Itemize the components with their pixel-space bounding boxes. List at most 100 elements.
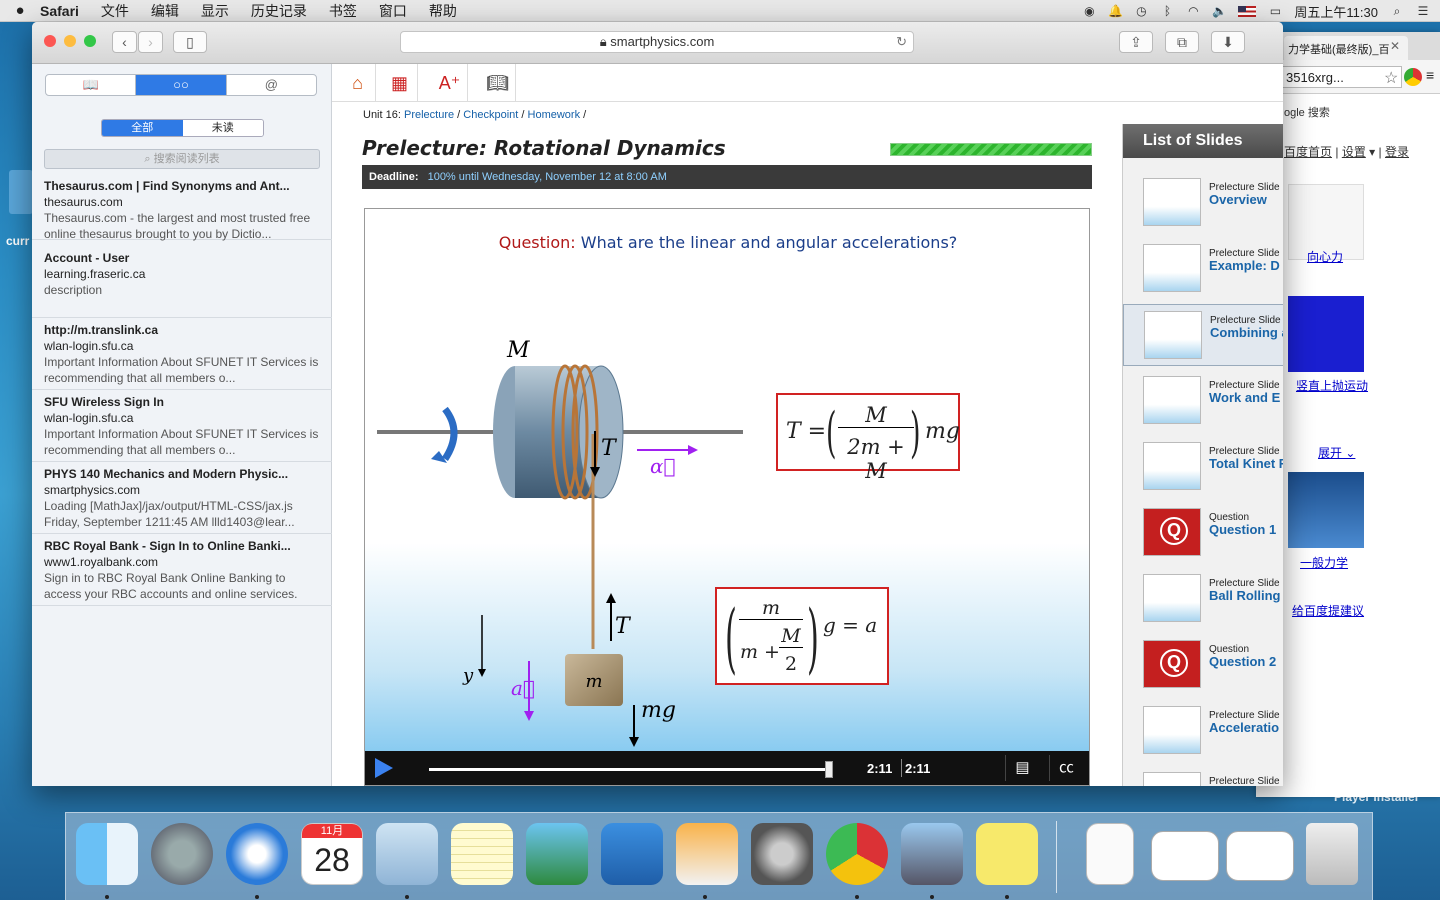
filter-all[interactable]: 全部 [102, 120, 183, 136]
crumb-homework[interactable]: Homework [528, 109, 581, 121]
sidebar-toggle-icon[interactable]: ▯ [173, 31, 207, 53]
slide-list-item[interactable]: QuestionQuestion 2 [1123, 634, 1283, 696]
minimize-window-button[interactable] [64, 35, 76, 47]
menu-clock[interactable]: 周五上午11:30 [1294, 2, 1378, 21]
menu-view[interactable]: 显示 [201, 1, 229, 21]
stickies-dock-icon[interactable] [976, 823, 1038, 885]
finder-dock-icon[interactable] [76, 823, 138, 885]
slide-list-item[interactable]: QuestionQuestion 1 [1123, 502, 1283, 564]
seek-handle[interactable] [825, 761, 833, 778]
chrome-menu-icon[interactable]: ≡ [1426, 67, 1434, 83]
downloads-icon[interactable]: ⬇ [1211, 31, 1245, 53]
forward-button[interactable]: › [138, 31, 163, 53]
crumb-prelecture[interactable]: Prelecture [404, 109, 454, 121]
chrome-extension-icon[interactable] [1404, 68, 1422, 86]
shared-links-tab-icon[interactable]: @ [227, 75, 316, 95]
list-item-desc: description [44, 283, 103, 297]
expand-link[interactable]: 展开 ⌄ [1318, 444, 1355, 461]
menu-help[interactable]: 帮助 [429, 1, 457, 21]
bookmarks-tab-icon[interactable]: 📖 [46, 75, 137, 95]
list-item[interactable]: http://m.translink.ca wlan-login.sfu.ca … [32, 322, 332, 390]
minimized-window-dock-icon[interactable] [1226, 831, 1294, 881]
menu-app[interactable]: Safari [40, 3, 79, 19]
notes-dock-icon[interactable] [451, 823, 513, 885]
seek-bar[interactable] [429, 768, 829, 771]
menu-history[interactable]: 历史记录 [251, 1, 307, 21]
trash-dock-icon[interactable] [1306, 823, 1358, 885]
apple-menu-icon[interactable]: ● [0, 2, 40, 19]
reading-list-tab-icon[interactable]: ○○ [136, 75, 227, 95]
link-settings[interactable]: 设置 [1342, 145, 1366, 159]
grades-icon[interactable]: A⁺ [432, 64, 468, 102]
address-bar[interactable]: 🔒︎ smartphysics.com ↻ [400, 31, 914, 53]
mail-dock-icon[interactable] [376, 823, 438, 885]
system-preferences-dock-icon[interactable] [751, 823, 813, 885]
list-item[interactable]: Thesaurus.com | Find Synonyms and Ant...… [32, 178, 332, 241]
slide-list-item[interactable]: Prelecture SlideCombining and Rotatio [1123, 304, 1283, 366]
pages-dock-icon[interactable] [676, 823, 738, 885]
result-link-centripetal[interactable]: 向心力 [1307, 248, 1343, 265]
list-item[interactable]: PHYS 140 Mechanics and Modern Physic... … [32, 466, 332, 534]
list-item[interactable]: Account - User learning.fraseric.ca desc… [32, 250, 332, 318]
slide-list-item[interactable]: Prelecture Slide [1123, 766, 1283, 786]
result-link-projectile[interactable]: 竖直上抛运动 [1294, 377, 1370, 394]
slide-list-item[interactable]: Prelecture Slide Ball Rolling [1123, 568, 1283, 630]
feedback-link[interactable]: 给百度提建议 [1292, 602, 1364, 619]
close-window-button[interactable] [44, 35, 56, 47]
chrome-dock-icon[interactable] [826, 823, 888, 885]
reading-list-search[interactable]: ⌕ 搜索阅读列表 [44, 149, 320, 169]
home-icon[interactable]: ⌂ [340, 64, 376, 102]
dictionary-dock-icon[interactable] [601, 823, 663, 885]
notification-center-icon[interactable]: ☰ [1416, 4, 1430, 18]
spotlight-status-icon[interactable]: ◉ [1082, 4, 1096, 18]
play-button[interactable] [375, 758, 393, 778]
slide-video[interactable]: Question: What are the linear and angula… [364, 208, 1090, 786]
result-link-mechanics[interactable]: 一般力学 [1300, 554, 1348, 571]
book-thumbnail[interactable] [1288, 472, 1364, 548]
minimized-window-dock-icon[interactable] [1151, 831, 1219, 881]
link-login[interactable]: 登录 [1385, 145, 1409, 159]
notification-bell-icon[interactable]: 🔔 [1108, 4, 1123, 18]
tabs-overview-icon[interactable]: ⧉ [1165, 31, 1199, 53]
time-machine-icon[interactable]: ◷ [1134, 4, 1148, 18]
input-source-flag-icon[interactable] [1238, 5, 1257, 17]
reload-icon[interactable]: ↻ [896, 32, 907, 52]
zoom-window-button[interactable] [84, 35, 96, 47]
menu-bookmarks[interactable]: 书签 [329, 1, 357, 21]
back-button[interactable]: ‹ [112, 31, 137, 53]
launchpad-dock-icon[interactable] [151, 823, 213, 885]
slide-list-item[interactable]: Prelecture SlideWork and E Rotations [1123, 370, 1283, 432]
transcript-icon[interactable]: ▤ [1005, 755, 1039, 781]
slide-list-item[interactable]: Prelecture SlideTotal Kinet Rolling Ball [1123, 436, 1283, 498]
book-icon[interactable]: 📖︎ [480, 64, 516, 102]
menu-edit[interactable]: 编辑 [151, 1, 179, 21]
preview-dock-icon[interactable] [901, 823, 963, 885]
volume-icon[interactable]: 🔈 [1212, 4, 1227, 18]
wifi-icon[interactable]: ◠ [1186, 4, 1200, 18]
search-icon[interactable]: ⌕ [1390, 4, 1404, 18]
video-thumbnail[interactable] [1288, 296, 1364, 372]
document-dock-icon[interactable] [1086, 823, 1134, 885]
crumb-checkpoint[interactable]: Checkpoint [463, 109, 518, 121]
bluetooth-icon[interactable]: ᛒ [1160, 4, 1174, 18]
bookmark-star-icon[interactable]: ☆ [1384, 68, 1398, 88]
battery-icon[interactable]: ▭ [1268, 4, 1282, 18]
close-tab-icon[interactable]: ✕ [1390, 39, 1400, 53]
search-button[interactable]: ogle 搜索 [1284, 104, 1330, 120]
safari-dock-icon[interactable] [226, 823, 288, 885]
calendar-dock-icon[interactable]: 11月 28 [301, 823, 363, 885]
iphoto-dock-icon[interactable] [526, 823, 588, 885]
menu-window[interactable]: 窗口 [379, 1, 407, 21]
captions-icon[interactable]: ㏄ [1049, 755, 1083, 781]
list-item[interactable]: SFU Wireless Sign In wlan-login.sfu.ca I… [32, 394, 332, 462]
share-icon[interactable]: ⇪ [1119, 31, 1153, 53]
list-item[interactable]: RBC Royal Bank - Sign In to Online Banki… [32, 538, 332, 606]
slide-list-item[interactable]: Prelecture SlideAcceleratio Ball [1123, 700, 1283, 762]
desktop-folder-icon[interactable] [9, 170, 33, 214]
slide-list-item[interactable]: Prelecture Slide Overview [1123, 172, 1283, 234]
filter-unread[interactable]: 未读 [182, 120, 263, 136]
link-baidu-home[interactable]: 百度首页 [1284, 145, 1332, 159]
menu-file[interactable]: 文件 [101, 1, 129, 21]
slide-list-item[interactable]: Prelecture Slide Example: D [1123, 238, 1283, 300]
calendar-icon[interactable]: ▦ [382, 64, 418, 102]
